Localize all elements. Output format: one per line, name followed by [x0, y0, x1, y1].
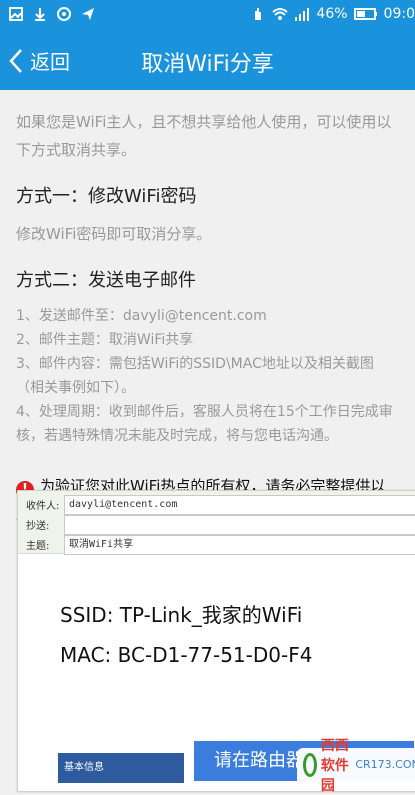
list-item: 3、邮件内容：需包括WiFi的SSID\MAC地址以及相关截图（相关事例如下）。 [16, 356, 374, 396]
battery-icon [353, 8, 377, 20]
subject-row: 主题: 取消WiFi共享 [18, 535, 415, 555]
watermark-brand: 西西软件园 [320, 737, 349, 794]
to-field: davyli@tencent.com [64, 495, 415, 515]
method1-desc: 修改WiFi密码即可取消分享。 [16, 225, 212, 243]
list-item: 2、邮件主题：取消WiFi共享 [16, 332, 194, 348]
download-icon [35, 8, 45, 21]
subject-label: 主题: [26, 541, 50, 552]
status-right-icons: 46% 09:0 [250, 6, 415, 22]
cc-field [64, 515, 415, 535]
example-screenshot: 收件人: davyli@tencent.com 抄送: 主题: 取消WiFi共享… [17, 490, 415, 792]
image-icon [9, 7, 23, 21]
intro-text: 如果您是WiFi主人，且不想共享给他人使用，可以使用以下方式取消共享。 [16, 113, 392, 159]
signal-icon [295, 8, 310, 21]
watermark-domain: CR173.COM [355, 758, 415, 771]
wifi-icon [272, 8, 289, 20]
method2-title: 方式二：发送电子邮件 [16, 270, 196, 291]
list-item: 4、处理周期：收到邮件后，客服人员将在15个工作日完成审核，若遇特殊情况未能及时… [16, 404, 393, 444]
logo-ring-icon [303, 752, 317, 777]
steps-list: 1、发送邮件至：davyli@tencent.com 2、邮件主题：取消WiFi… [0, 304, 415, 448]
list-item: 1、发送邮件至：davyli@tencent.com [16, 308, 267, 324]
hand-icon [255, 8, 262, 20]
mail-header: 收件人: davyli@tencent.com 抄送: 主题: 取消WiFi共享 [18, 491, 415, 555]
app-icon [57, 7, 71, 21]
status-left-icons [8, 6, 96, 22]
mac-text: MAC: BC-D1-77-51-D0-F4 [60, 643, 313, 667]
ssid-text: SSID: TP-Link_我家的WiFi [60, 603, 303, 627]
clock: 09:0 [383, 6, 415, 22]
info-sidebar: 基本信息 [58, 753, 184, 783]
method1-title: 方式一：修改WiFi密码 [16, 186, 197, 207]
to-label: 收件人: [26, 501, 60, 512]
battery-percentage: 46% [316, 6, 348, 22]
status-bar: 46% 09:0 [0, 0, 415, 34]
to-row: 收件人: davyli@tencent.com [18, 495, 415, 515]
subject-field: 取消WiFi共享 [64, 535, 415, 555]
watermark-logo: 西西软件园 CR173.COM [297, 738, 415, 794]
cc-label: 抄送: [26, 521, 50, 532]
cc-row: 抄送: [18, 515, 415, 535]
send-icon [82, 8, 94, 20]
nav-bar: 返回 取消WiFi分享 [0, 34, 415, 90]
page-title: 取消WiFi分享 [141, 52, 274, 77]
